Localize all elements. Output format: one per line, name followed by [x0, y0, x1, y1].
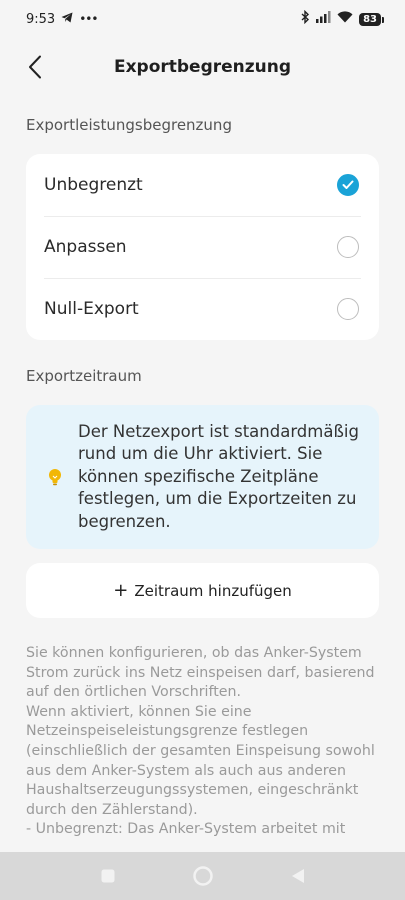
option-label: Unbegrenzt: [44, 175, 143, 195]
bluetooth-icon: [301, 9, 310, 28]
status-bar: 9:53 ••• 83: [0, 0, 405, 38]
add-period-button[interactable]: + Zeitraum hinzufügen: [26, 563, 379, 618]
description-text: Sie können konfigurieren, ob das Anker-S…: [26, 645, 375, 838]
radio-unchecked-icon[interactable]: [337, 298, 359, 320]
page-title: Exportbegrenzung: [113, 57, 292, 77]
system-nav-bar: [0, 852, 405, 900]
export-limit-section-label: Exportleistungsbegrenzung: [26, 116, 232, 134]
circle-icon: [192, 866, 213, 886]
telegram-icon: [61, 12, 73, 27]
recents-button[interactable]: [93, 861, 123, 891]
square-icon: [101, 869, 114, 883]
lightbulb-icon: [46, 468, 64, 486]
option-anpassen[interactable]: Anpassen: [26, 216, 379, 278]
back-nav-button[interactable]: [283, 861, 313, 891]
plus-icon: +: [113, 579, 129, 601]
option-null-export[interactable]: Null-Export: [26, 278, 379, 340]
add-period-label: Zeitraum hinzufügen: [134, 581, 292, 600]
wifi-icon: [337, 11, 353, 27]
header: Exportbegrenzung: [0, 44, 405, 90]
back-button[interactable]: [20, 52, 50, 82]
signal-icon: [316, 11, 331, 27]
status-right: 83: [301, 9, 384, 28]
info-text: Der Netzexport ist standardmäßig rund um…: [78, 421, 359, 531]
export-period-section-label: Exportzeitraum: [26, 367, 142, 385]
option-label: Anpassen: [44, 237, 127, 257]
status-left: 9:53 •••: [26, 11, 98, 27]
home-button[interactable]: [188, 861, 218, 891]
more-dots-icon: •••: [79, 12, 98, 26]
triangle-back-icon: [291, 869, 304, 883]
chevron-left-icon: [29, 55, 41, 79]
info-box: Der Netzexport ist standardmäßig rund um…: [26, 405, 379, 549]
radio-unchecked-icon[interactable]: [337, 236, 359, 258]
option-label: Null-Export: [44, 299, 139, 319]
status-time: 9:53: [26, 11, 56, 27]
option-unbegrenzt[interactable]: Unbegrenzt: [26, 154, 379, 216]
export-limit-options-card: Unbegrenzt Anpassen Null-Export: [26, 154, 379, 340]
radio-checked-icon[interactable]: [337, 174, 359, 196]
battery-icon: 83: [359, 12, 384, 26]
